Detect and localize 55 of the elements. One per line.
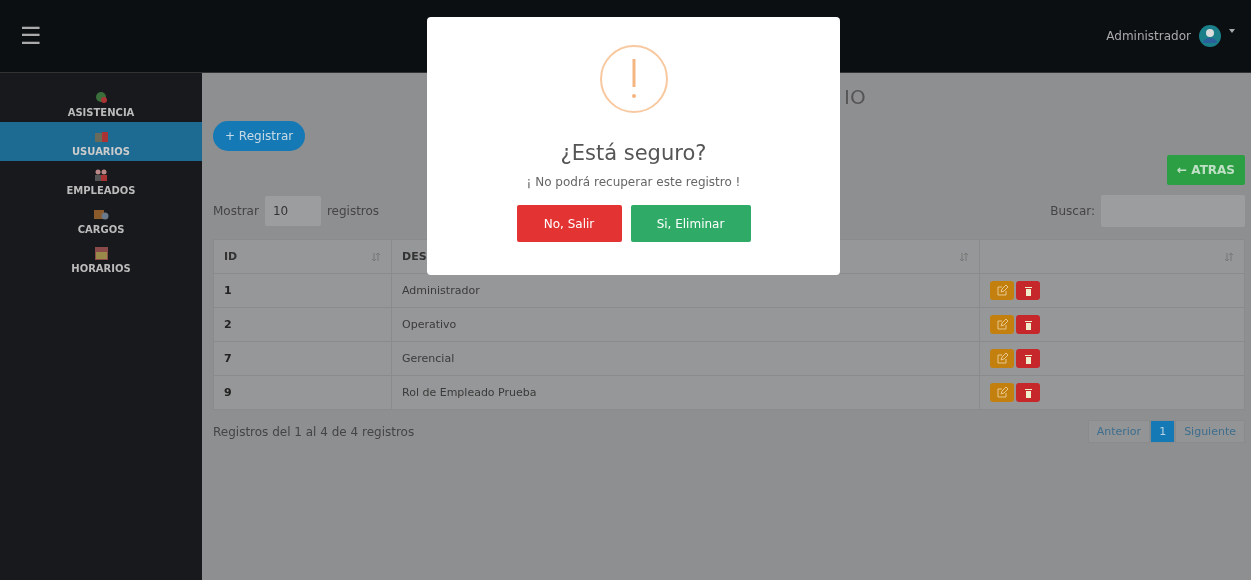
page-title: IO [844, 85, 866, 109]
avatar-icon[interactable] [1199, 25, 1221, 47]
trash-icon [1022, 285, 1034, 296]
sidebar-item-icon [93, 167, 109, 183]
delete-button[interactable] [1016, 383, 1040, 402]
sort-icon[interactable] [371, 251, 381, 262]
table-cell: Gerencial [402, 352, 455, 365]
trash-icon [1022, 387, 1034, 398]
table-cell: Administrador [402, 284, 480, 297]
edit-icon [996, 285, 1008, 296]
edit-icon [996, 353, 1008, 364]
edit-button[interactable] [990, 315, 1014, 334]
show-label: Mostrar [213, 204, 259, 218]
sort-icon[interactable] [1224, 251, 1234, 262]
sidebar-item-icon [93, 245, 109, 261]
table-cell: 1 [224, 284, 232, 297]
dialog-title: ¿Está seguro? [560, 141, 707, 165]
back-button[interactable]: ← ATRAS [1167, 155, 1245, 185]
table-cell: Rol de Empleado Prueba [402, 386, 537, 399]
sidebar-item[interactable]: ASISTENCIA [0, 83, 202, 122]
records-label: registros [326, 204, 380, 218]
warning-icon [598, 44, 669, 114]
cancel-button[interactable]: No, Salir [516, 205, 622, 242]
sidebar-item[interactable]: CARGOS [0, 200, 202, 239]
sidebar-item[interactable]: EMPLEADOS [0, 161, 202, 200]
trash-icon [1022, 319, 1034, 330]
table-info: Registros del 1 al 4 de 4 registros [213, 424, 415, 439]
delete-button[interactable] [1016, 315, 1040, 334]
edit-icon [996, 387, 1008, 398]
sort-icon[interactable] [959, 251, 969, 262]
register-button[interactable]: + Registrar [213, 121, 306, 151]
sidebar-item[interactable]: HORARIOS [0, 239, 202, 278]
trash-icon [1022, 353, 1034, 364]
table-cell: 2 [224, 318, 232, 331]
dialog-message: ¡ No podrá recuperar este registro ! [526, 175, 741, 189]
edit-button[interactable] [990, 349, 1014, 368]
search-label: Buscar: [1050, 204, 1095, 218]
column-header[interactable]: ID [224, 250, 238, 263]
user-name[interactable]: Administrador [1106, 29, 1191, 43]
table-cell: 7 [224, 352, 232, 365]
edit-button[interactable] [990, 383, 1014, 402]
pagination-button[interactable]: 1 [1150, 420, 1176, 443]
menu-button[interactable]: ☰ [20, 22, 42, 50]
confirm-button[interactable]: Si, Eliminar [630, 205, 751, 242]
sidebar-item[interactable]: USUARIOS [0, 122, 202, 161]
delete-button[interactable] [1016, 349, 1040, 368]
page-size-select[interactable]: 10 [264, 196, 321, 226]
caret-icon[interactable] [1229, 29, 1235, 33]
delete-button[interactable] [1016, 281, 1040, 300]
edit-icon [996, 319, 1008, 330]
sidebar-item-icon [93, 89, 109, 105]
table-cell: 9 [224, 386, 232, 399]
column-header[interactable]: DES [402, 250, 427, 263]
edit-button[interactable] [990, 281, 1014, 300]
table-cell: Operativo [402, 318, 457, 331]
